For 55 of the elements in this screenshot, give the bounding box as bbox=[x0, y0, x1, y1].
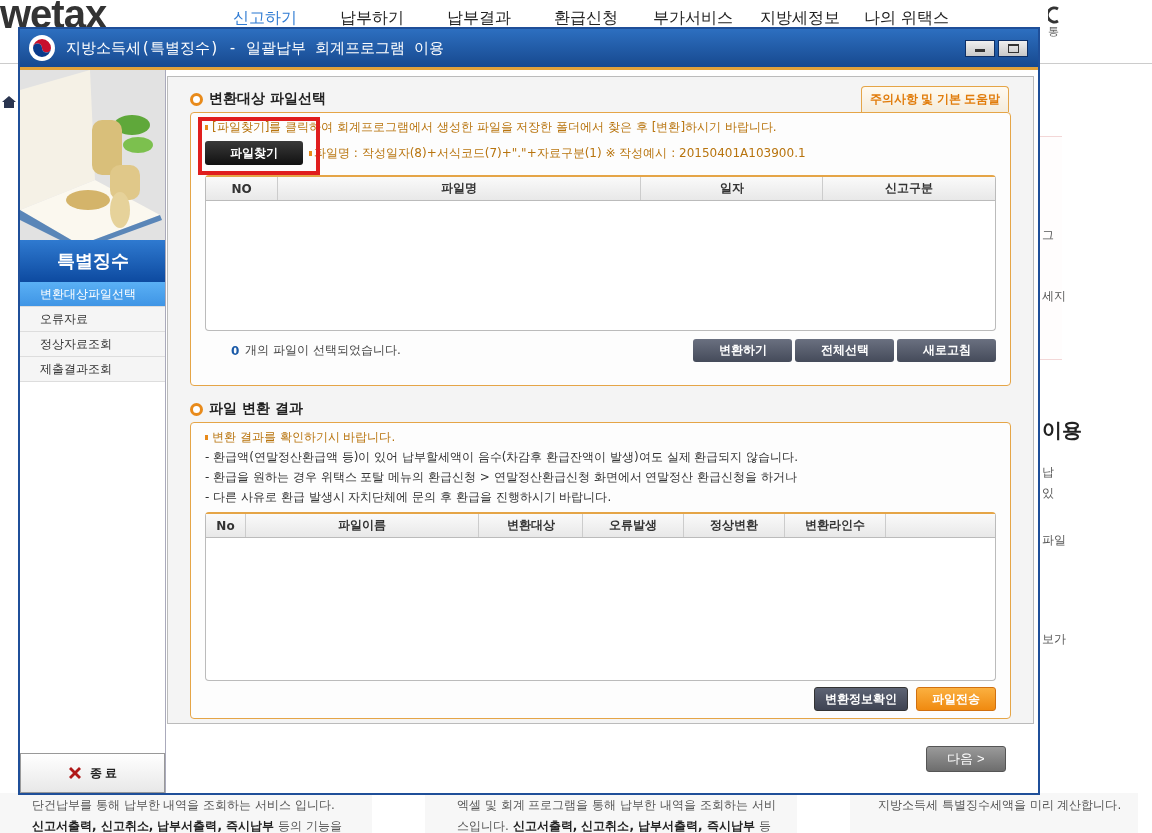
column-header[interactable]: No bbox=[206, 514, 246, 537]
action-button[interactable]: 새로고침 bbox=[897, 339, 996, 362]
window-title: 지방소득세(특별징수) - 일괄납부 회계프로그램 이용 bbox=[66, 38, 445, 58]
find-file-button[interactable]: 파일찾기 bbox=[205, 141, 303, 165]
page-text: 파일 bbox=[1042, 532, 1066, 549]
page-text: 그 bbox=[1042, 227, 1054, 244]
section-title: 변환대상 파일선택 bbox=[190, 90, 326, 112]
service-description: 신고서출력, 신고취소, 납부서출력, 즉시납부 등의 기능을 bbox=[32, 818, 343, 833]
selection-status-text: 개의 파일이 선택되었습니다. bbox=[245, 342, 401, 359]
exit-button[interactable]: 종 료 bbox=[20, 753, 165, 793]
column-header[interactable]: 일자 bbox=[641, 177, 823, 200]
page-text: 보가 bbox=[1042, 631, 1066, 648]
close-icon bbox=[67, 766, 82, 780]
column-header[interactable]: 변환라인수 bbox=[785, 514, 886, 537]
info-text: - 환급액(연말정산환급액 등)이 있어 납부할세액이 음수(차감후 환급잔액이 발생)여도 실제 환급되지 않습니다. bbox=[205, 449, 799, 466]
nav-menu-item[interactable]: 나의 위택스 bbox=[853, 8, 961, 29]
page-text: 있 bbox=[1042, 485, 1054, 502]
nav-menu-item[interactable]: 부가서비스 bbox=[639, 8, 747, 29]
header-link-text[interactable]: 통 bbox=[1048, 24, 1060, 39]
service-description: 단건납부를 통해 납부한 내역을 조회하는 서비스 입니다. bbox=[32, 797, 336, 814]
minimize-button[interactable] bbox=[965, 39, 995, 57]
page-text: 이용 bbox=[1042, 417, 1082, 444]
emblem-icon bbox=[28, 34, 56, 62]
column-header[interactable]: 파일명 bbox=[278, 177, 641, 200]
column-header[interactable]: 오류발생 bbox=[583, 514, 684, 537]
sidebar-item[interactable]: 정상자료조회 bbox=[20, 332, 165, 357]
next-button[interactable]: 다음 > bbox=[926, 745, 1006, 772]
notice-text: 변환 결과를 확인하기시 바랍니다. bbox=[205, 429, 996, 446]
column-header[interactable]: 정상변환 bbox=[684, 514, 785, 537]
column-header[interactable]: 변환대상 bbox=[479, 514, 583, 537]
service-description: 엑셀 및 회계 프로그램을 통해 납부한 내역을 조회하는 서비 bbox=[457, 797, 777, 814]
action-button[interactable]: 변환정보확인 bbox=[814, 687, 908, 711]
nav-menu-item[interactable]: 지방세정보 bbox=[746, 8, 854, 29]
action-button[interactable]: 변환하기 bbox=[693, 339, 792, 362]
nav-menu-item[interactable]: 납부결과 bbox=[425, 8, 533, 29]
nav-menu-item[interactable]: 납부하기 bbox=[318, 8, 426, 29]
service-description: 스입니다. 신고서출력, 신고취소, 납부서출력, 즉시납부 등 bbox=[457, 818, 772, 833]
page-text: 납 bbox=[1042, 464, 1054, 481]
maximize-button[interactable] bbox=[998, 39, 1028, 57]
nav-menu-item[interactable]: 신고하기 bbox=[211, 8, 319, 29]
column-header[interactable]: 신고구분 bbox=[823, 177, 995, 200]
sidebar-heading: 특별징수 bbox=[20, 240, 165, 282]
action-button[interactable]: 전체선택 bbox=[795, 339, 894, 362]
page-text: 세지 bbox=[1042, 288, 1066, 305]
sidebar-item[interactable]: 오류자료 bbox=[20, 307, 165, 332]
info-text: - 환급을 원하는 경우 위택스 포탈 메뉴의 환급신청 > 연말정산환급신청 화면에서 연말정산 환급신청을 하거나 bbox=[205, 469, 798, 486]
info-text: - 다른 사유로 환급 발생시 자치단체에 문의 후 환급을 진행하시기 바랍니다. bbox=[205, 489, 613, 506]
nav-menu-item[interactable]: 환급신청 bbox=[532, 8, 640, 29]
home-icon[interactable] bbox=[2, 96, 16, 108]
selected-count: 0 bbox=[231, 343, 240, 358]
service-description: 지방소득세 특별징수세액을 미리 계산합니다. bbox=[878, 797, 1123, 814]
sidebar-item[interactable]: 제출결과조회 bbox=[20, 357, 165, 382]
column-header[interactable]: 파일이름 bbox=[246, 514, 479, 537]
column-header[interactable]: NO bbox=[206, 177, 278, 200]
section-title: 파일 변환 결과 bbox=[190, 400, 303, 422]
